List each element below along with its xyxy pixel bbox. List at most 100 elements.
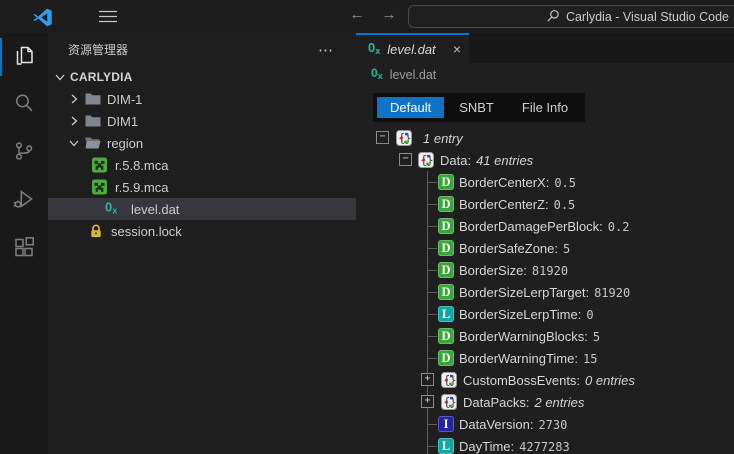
nbt-key: BorderDamagePerBlock: xyxy=(459,219,603,234)
sidebar-item-carlydia[interactable]: CARLYDIA xyxy=(48,66,356,88)
sidebar-item-dim1[interactable]: DIM1 xyxy=(48,110,356,132)
double-tag-icon: D xyxy=(438,218,454,234)
nbt-value: 15 xyxy=(583,352,597,366)
compound-tag-icon: {} xyxy=(441,372,457,388)
nbt-value: 0.5 xyxy=(554,176,576,190)
tree-guide-stub xyxy=(427,314,437,315)
debug-play-bug-icon xyxy=(12,187,36,216)
sidebar-item-level-dat[interactable]: 0xlevel.dat xyxy=(48,198,356,220)
nbt-row-daytime[interactable]: LDayTime:4277283 xyxy=(356,435,734,454)
tree-guide-stub xyxy=(427,424,437,425)
tab-file-info[interactable]: File Info xyxy=(509,97,581,118)
sidebar-item-session-lock[interactable]: session.lock xyxy=(48,220,356,242)
nbt-key: DataPacks: xyxy=(463,395,529,410)
double-tag-icon: D xyxy=(438,328,454,344)
menu-hamburger-icon[interactable] xyxy=(99,10,117,28)
nbt-row-borderwarningtime[interactable]: DBorderWarningTime:15 xyxy=(356,347,734,369)
nbt-key: BorderCenterX: xyxy=(459,175,549,190)
tree-guide-stub xyxy=(427,270,437,271)
nbt-tree: −{}1 entry−{}Data:41 entriesDBorderCente… xyxy=(356,127,734,454)
nbt-row-data[interactable]: −{}Data:41 entries xyxy=(356,149,734,171)
tree-guide-stub xyxy=(427,204,437,205)
chevron-right-icon xyxy=(67,114,81,128)
file-label: DIM1 xyxy=(107,114,138,129)
files-icon xyxy=(12,43,36,72)
nbt-row-custombossevents[interactable]: +{}CustomBossEvents:0 entries xyxy=(356,369,734,391)
nbt-key: DataVersion: xyxy=(459,417,533,432)
nbt-row-dataversion[interactable]: IDataVersion:2730 xyxy=(356,413,734,435)
nbt-file-icon: 0x xyxy=(368,41,380,58)
nbt-entry-count: 2 entries xyxy=(534,395,584,410)
tree-guide-stub xyxy=(427,292,437,293)
more-actions-icon[interactable]: ⋯ xyxy=(318,41,334,59)
nbt-entry-count: 41 entries xyxy=(476,153,533,168)
sidebar-item-region[interactable]: region xyxy=(48,132,356,154)
long-tag-icon: L xyxy=(438,306,454,322)
nbt-key: BorderSafeZone: xyxy=(459,241,558,256)
nbt-entry-count: 1 entry xyxy=(423,131,463,146)
nbt-row-borderdamageperblock[interactable]: D BorderDamagePerBlock: 0.2 xyxy=(356,215,734,237)
tab-default[interactable]: Default xyxy=(377,97,444,118)
double-tag-icon: D xyxy=(438,174,454,190)
breadcrumb: 0x level.dat xyxy=(356,63,734,86)
nbt-row-datapacks[interactable]: +{}DataPacks:2 entries xyxy=(356,391,734,413)
expand-expander-icon[interactable]: + xyxy=(421,395,434,408)
expand-expander-icon[interactable]: + xyxy=(421,373,434,386)
nbt-row-borderwarningblocks[interactable]: DBorderWarningBlocks:5 xyxy=(356,325,734,347)
breadcrumb-item[interactable]: level.dat xyxy=(390,68,437,82)
activity-search-button[interactable] xyxy=(0,81,48,129)
double-tag-icon: D xyxy=(438,350,454,366)
tree-guide-stub xyxy=(427,248,437,249)
int-tag-icon: I xyxy=(438,416,454,432)
command-center-search[interactable]: Carlydia - Visual Studio Code xyxy=(408,5,734,28)
vscode-logo-icon xyxy=(32,7,53,33)
activity-extensions-button[interactable] xyxy=(0,225,48,273)
file-label: DIM-1 xyxy=(107,92,142,107)
nbt-row-bordersafezone[interactable]: DBorderSafeZone:5 xyxy=(356,237,734,259)
nbt-row-root[interactable]: −{}1 entry xyxy=(356,127,734,149)
nav-back-icon[interactable]: ← xyxy=(346,6,368,23)
folder-open-icon xyxy=(85,137,101,150)
nav-forward-icon[interactable]: → xyxy=(378,6,400,23)
tab-level-dat[interactable]: 0x level.dat × xyxy=(356,33,469,63)
nbt-row-bordersizelerptarget[interactable]: DBorderSizeLerpTarget:81920 xyxy=(356,281,734,303)
nbt-value: 81920 xyxy=(532,264,568,278)
chevron-right-icon xyxy=(67,92,81,106)
nbt-key: DayTime: xyxy=(459,439,514,454)
nbt-view-toolbar: Default SNBT File Info xyxy=(356,86,734,125)
nbt-row-bordersize[interactable]: D BorderSize: 81920 xyxy=(356,259,734,281)
collapse-expander-icon[interactable]: − xyxy=(399,153,412,166)
file-label: r.5.8.mca xyxy=(115,158,168,173)
sidebar-title: 资源管理器 xyxy=(68,41,128,58)
sidebar-item-dim-1[interactable]: DIM-1 xyxy=(48,88,356,110)
nbt-value: 81920 xyxy=(594,286,630,300)
lock-icon xyxy=(89,224,103,239)
sidebar-item-r-5-9-mca[interactable]: r.5.9.mca xyxy=(48,176,356,198)
search-icon xyxy=(12,91,36,120)
title-bar: ← → Carlydia - Visual Studio Code xyxy=(0,0,734,33)
activity-run-debug-button[interactable] xyxy=(0,177,48,225)
tree-guide-stub xyxy=(427,358,437,359)
nbt-key: CustomBossEvents: xyxy=(463,373,580,388)
double-tag-icon: D xyxy=(438,284,454,300)
search-box-text: Carlydia - Visual Studio Code xyxy=(566,10,729,24)
sidebar-item-r-5-8-mca[interactable]: r.5.8.mca xyxy=(48,154,356,176)
nbt-key: BorderSize: xyxy=(459,263,527,278)
nbt-row-bordercenterx[interactable]: D BorderCenterX: 0.5 xyxy=(356,171,734,193)
nbt-row-bordercenterz[interactable]: DBorderCenterZ:0.5 xyxy=(356,193,734,215)
creeper-mca-icon xyxy=(92,180,107,195)
double-tag-icon: D xyxy=(438,262,454,278)
activity-source-control-button[interactable] xyxy=(0,129,48,177)
nbt-value: 0.2 xyxy=(608,220,630,234)
nbt-key: Data: xyxy=(440,153,471,168)
close-icon[interactable]: × xyxy=(453,42,461,56)
editor-tab-bar: 0x level.dat × xyxy=(356,33,734,63)
folder-icon xyxy=(85,93,101,106)
activity-explorer-button[interactable] xyxy=(0,33,48,81)
tab-snbt[interactable]: SNBT xyxy=(446,97,507,118)
collapse-expander-icon[interactable]: − xyxy=(376,131,389,144)
search-icon xyxy=(547,9,560,25)
nbt-row-bordersizelerptime[interactable]: LBorderSizeLerpTime:0 xyxy=(356,303,734,325)
creeper-mca-icon xyxy=(92,158,107,173)
nbt-value: 5 xyxy=(563,242,570,256)
